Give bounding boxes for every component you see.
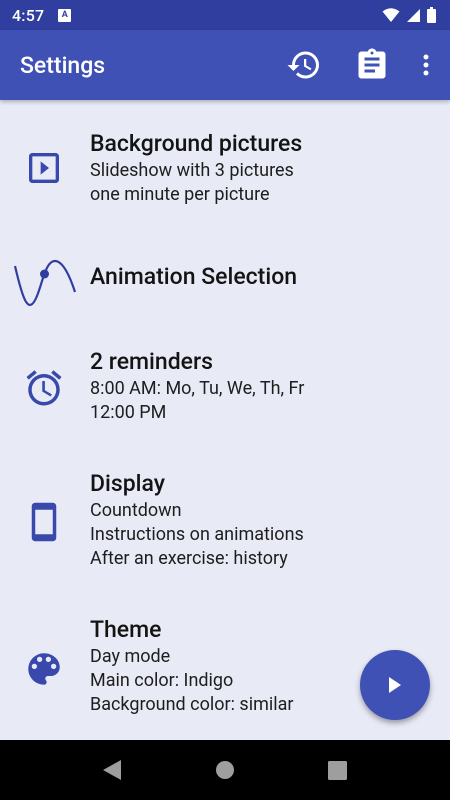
setting-subtitle: Slideshow with 3 pictures [90, 160, 294, 181]
history-button[interactable] [276, 30, 332, 100]
setting-animation-selection[interactable]: Animation Selection [0, 230, 450, 325]
settings-list: Background pictures Slideshow with 3 pic… [0, 100, 450, 740]
setting-reminders[interactable]: 2 reminders 8:00 AM: Mo, Tu, We, Th, Fr … [0, 340, 450, 450]
status-icons [382, 7, 436, 23]
back-icon [103, 760, 121, 780]
history-icon [287, 51, 319, 79]
palette-icon [20, 645, 68, 693]
navigation-bar [0, 740, 450, 800]
status-bar: 4:57 A [0, 0, 450, 30]
back-button[interactable] [72, 740, 152, 800]
recents-button[interactable] [297, 740, 377, 800]
clipboard-icon [358, 48, 386, 79]
setting-title: Background pictures [90, 130, 303, 157]
setting-title: Display [90, 470, 165, 497]
more-options-button[interactable] [402, 30, 450, 100]
slideshow-icon [20, 144, 68, 192]
setting-display-text: Display Countdown Instructions on animat… [90, 469, 438, 571]
setting-animation-text: Animation Selection [90, 262, 438, 292]
setting-title: Animation Selection [90, 263, 298, 290]
setting-title: 2 reminders [90, 348, 213, 375]
setting-subtitle: 8:00 AM: Mo, Tu, We, Th, Fr [90, 378, 305, 399]
home-icon [216, 761, 234, 779]
setting-subtitle: Instructions on animations [90, 524, 304, 545]
sine-wave-icon [14, 246, 76, 308]
alarm-clock-icon [20, 364, 68, 412]
start-button[interactable] [360, 650, 430, 720]
recents-icon [327, 760, 347, 780]
notification-a-icon: A [58, 8, 72, 22]
battery-icon [427, 7, 436, 23]
home-button[interactable] [185, 740, 265, 800]
setting-subtitle: After an exercise: history [90, 548, 288, 569]
status-time: 4:57 [12, 5, 45, 25]
setting-reminders-text: 2 reminders 8:00 AM: Mo, Tu, We, Th, Fr … [90, 347, 438, 425]
setting-background-pictures[interactable]: Background pictures Slideshow with 3 pic… [0, 100, 450, 215]
app-bar-actions [276, 30, 450, 100]
phone-icon [20, 498, 68, 546]
setting-background-text: Background pictures Slideshow with 3 pic… [90, 129, 438, 207]
setting-subtitle: Countdown [90, 500, 182, 521]
signal-icon [407, 8, 420, 22]
wifi-icon [382, 8, 400, 22]
setting-subtitle: 12:00 PM [90, 402, 167, 423]
page-title: Settings [20, 51, 106, 79]
clipboard-button[interactable] [344, 30, 400, 100]
setting-title: Theme [90, 616, 162, 643]
app-bar: Settings [0, 30, 450, 100]
more-vert-icon [423, 54, 429, 76]
setting-display[interactable]: Display Countdown Instructions on animat… [0, 460, 450, 585]
setting-subtitle: one minute per picture [90, 184, 270, 205]
play-icon [389, 677, 401, 693]
